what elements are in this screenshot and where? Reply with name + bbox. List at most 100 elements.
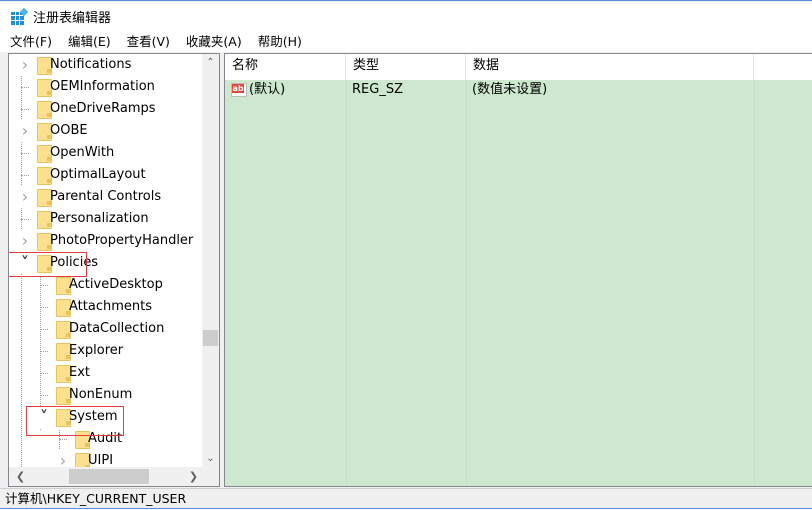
folder-icon (37, 233, 52, 251)
column-divider (754, 80, 755, 486)
tree-item-label: OpenWith (50, 145, 115, 160)
value-row-default[interactable]: ab (默认) REG_SZ (数值未设置) (225, 80, 812, 100)
menu-file[interactable]: 文件(F) (0, 31, 59, 52)
tree-item-system[interactable]: ˅ System (9, 406, 202, 428)
tree-item-attachments[interactable]: Attachments (9, 296, 202, 318)
folder-icon (56, 409, 71, 427)
tree-item-label: ActiveDesktop (69, 277, 163, 292)
tree-item-oeminformation[interactable]: OEMInformation (9, 76, 202, 98)
tree-item-label: Parental Controls (50, 189, 162, 204)
vertical-scroll-thumb[interactable] (203, 330, 218, 346)
tree-connector-line (21, 153, 29, 154)
tree-vertical-scrollbar[interactable]: ⌃ ⌄ (202, 54, 219, 467)
horizontal-scroll-thumb[interactable] (69, 469, 149, 484)
scroll-left-icon[interactable]: ❮ (12, 467, 29, 486)
column-header-filler (754, 54, 812, 80)
column-divider (346, 80, 347, 486)
folder-icon (56, 365, 71, 383)
list-header: 名称 类型 数据 (225, 54, 812, 80)
tree-item-optimallayout[interactable]: OptimalLayout (9, 164, 202, 186)
menu-bar: 文件(F) 编辑(E) 查看(V) 收藏夹(A) 帮助(H) (0, 31, 812, 52)
tree-connector-line (40, 329, 48, 330)
folder-icon (56, 343, 71, 361)
tree-item-label: OOBE (50, 123, 88, 138)
folder-icon (37, 101, 52, 119)
folder-icon (37, 79, 52, 97)
tree-item-notifications[interactable]: › Notifications (9, 54, 202, 76)
menu-edit[interactable]: 编辑(E) (59, 31, 118, 52)
column-divider (466, 80, 467, 486)
scroll-down-icon[interactable]: ⌄ (202, 450, 219, 467)
tree-item-openwith[interactable]: OpenWith (9, 142, 202, 164)
tree-item-label: OptimalLayout (50, 167, 146, 182)
tree-connector-line (21, 87, 29, 88)
tree-item-label: Attachments (69, 299, 152, 314)
chevron-right-icon[interactable]: › (20, 230, 30, 252)
menu-view[interactable]: 查看(V) (118, 31, 177, 52)
folder-icon (37, 145, 52, 163)
menu-help[interactable]: 帮助(H) (249, 31, 309, 52)
tree-content: › Notifications OEMInformation OneDriveRamp… (9, 54, 202, 467)
chevron-right-icon[interactable]: › (20, 120, 30, 142)
tree-item-nonenum[interactable]: NonEnum (9, 384, 202, 406)
tree-item-activedesktop[interactable]: ActiveDesktop (9, 274, 202, 296)
folder-icon (56, 321, 71, 339)
scroll-up-icon[interactable]: ⌃ (202, 54, 219, 71)
status-bar: 计算机\HKEY_CURRENT_USER (0, 488, 812, 508)
tree-item-label: Explorer (69, 343, 124, 358)
values-list[interactable]: 名称 类型 数据 ab (默认) REG_SZ (数值未设置) (224, 53, 812, 487)
tree-item-label: OneDriveRamps (50, 101, 156, 116)
tree-item-datacollection[interactable]: DataCollection (9, 318, 202, 340)
chevron-right-icon[interactable]: › (58, 450, 68, 467)
status-path: 计算机\HKEY_CURRENT_USER (5, 491, 187, 506)
window-title: 注册表编辑器 (33, 11, 112, 26)
tree-connector-line (40, 285, 48, 286)
chevron-right-icon[interactable]: › (20, 186, 30, 208)
tree-connector-line (40, 351, 48, 352)
scrollbar-corner (202, 467, 219, 486)
tree-item-parental-controls[interactable]: › Parental Controls (9, 186, 202, 208)
value-name-cell: ab (默认) (225, 80, 346, 100)
tree-item-label: UIPI (88, 453, 114, 467)
folder-icon (37, 167, 52, 185)
folder-icon (56, 277, 71, 295)
tree-connector-line (21, 219, 29, 220)
regedit-window: 注册表编辑器 文件(F) 编辑(E) 查看(V) 收藏夹(A) 帮助(H) › N… (0, 0, 812, 510)
tree-item-oobe[interactable]: › OOBE (9, 120, 202, 142)
tree-item-uipi[interactable]: › UIPI (9, 450, 202, 467)
tree-connector-line (40, 307, 48, 308)
tree-item-label: Ext (69, 365, 91, 380)
tree-item-label: Policies (50, 255, 99, 270)
chevron-right-icon[interactable]: › (20, 54, 30, 76)
tree-item-explorer[interactable]: Explorer (9, 340, 202, 362)
folder-icon (37, 57, 52, 75)
folder-icon (37, 123, 52, 141)
string-value-icon: ab (231, 83, 247, 97)
value-data: (数值未设置) (472, 82, 548, 97)
value-name: (默认) (249, 82, 286, 97)
registry-tree[interactable]: › Notifications OEMInformation OneDriveRamp… (8, 53, 220, 487)
menu-favorites[interactable]: 收藏夹(A) (177, 31, 249, 52)
chevron-down-icon[interactable]: ˅ (39, 406, 49, 428)
column-header-name[interactable]: 名称 (225, 54, 346, 80)
tree-item-onedriveramps[interactable]: OneDriveRamps (9, 98, 202, 120)
tree-item-photopropertyhandler[interactable]: › PhotoPropertyHandler (9, 230, 202, 252)
chevron-down-icon[interactable]: ˅ (20, 252, 30, 274)
value-type: REG_SZ (352, 82, 403, 97)
tree-item-label: Notifications (50, 57, 132, 72)
tree-item-policies[interactable]: ˅ Policies (9, 252, 202, 274)
title-bar: 注册表编辑器 (0, 2, 812, 31)
tree-item-audit[interactable]: Audit (9, 428, 202, 450)
tree-connector-line (21, 175, 29, 176)
tree-item-label: OEMInformation (50, 79, 155, 94)
tree-item-ext[interactable]: Ext (9, 362, 202, 384)
tree-connector-line (59, 439, 67, 440)
folder-icon (75, 431, 90, 449)
tree-item-personalization[interactable]: Personalization (9, 208, 202, 230)
tree-item-label: PhotoPropertyHandler (50, 233, 194, 248)
tree-item-label: System (69, 409, 118, 424)
column-header-data[interactable]: 数据 (466, 54, 754, 80)
tree-horizontal-scrollbar[interactable]: ❮ ❯ (9, 467, 202, 486)
column-header-type[interactable]: 类型 (346, 54, 466, 80)
scroll-right-icon[interactable]: ❯ (185, 467, 202, 486)
